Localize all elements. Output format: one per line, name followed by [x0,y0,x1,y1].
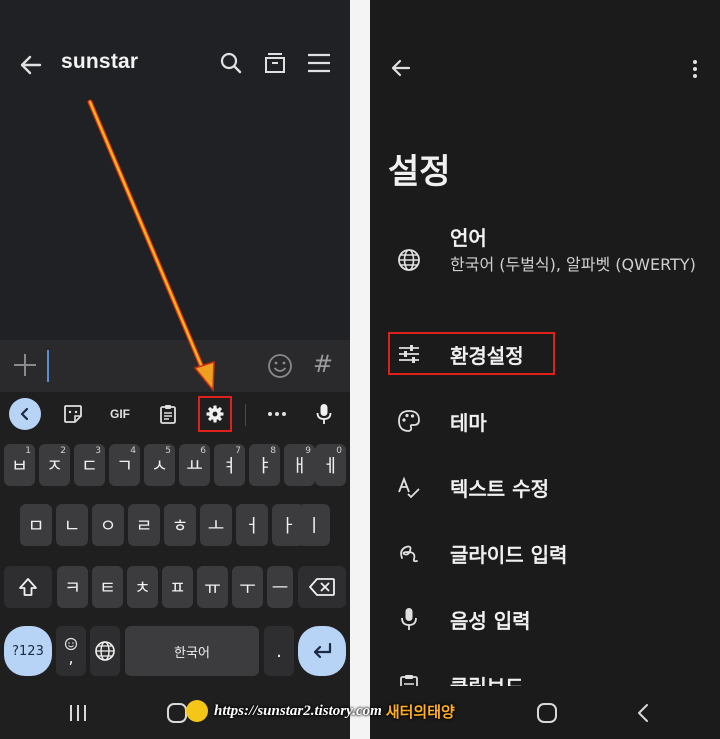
period-key[interactable]: . [264,626,294,676]
backspace-key[interactable] [298,566,346,608]
settings-item-label: 음성 입력 [450,609,531,633]
key[interactable]: ㅌ [92,566,123,608]
home-icon[interactable] [166,702,188,724]
key-hint: 3 [95,446,101,456]
key-hint: 0 [336,446,342,456]
settings-item-glide-typing[interactable]: 글라이드 입력 [370,532,720,574]
key[interactable]: ㅔ0 [315,444,346,486]
shift-key[interactable] [4,566,52,608]
emoji-comma-key[interactable]: , [56,626,86,676]
key[interactable]: ㅕ7 [214,444,245,486]
palette-icon [398,410,420,432]
symbols-key[interactable]: ?123 [4,626,52,676]
backspace-icon [309,578,335,596]
enter-key[interactable] [298,626,346,676]
key[interactable]: ㅡ [267,566,293,608]
settings-item-text-correction[interactable]: 텍스트 수정 [370,466,720,508]
key[interactable]: ㅎ [164,504,196,546]
settings-item-label: 언어 [450,226,487,250]
watermark-url: https://sunstar2.tistory.com [214,702,382,719]
key[interactable]: ㄷ3 [74,444,105,486]
key[interactable]: ㅈ2 [39,444,70,486]
key[interactable]: ㅜ [232,566,263,608]
key[interactable]: ㅅ5 [144,444,175,486]
key[interactable]: ㅛ6 [179,444,210,486]
preferences-highlight-box [388,332,555,375]
key[interactable]: ㅗ [200,504,232,546]
globe-icon [398,249,420,271]
glide-icon [400,545,418,563]
shift-icon [19,578,37,596]
key[interactable]: ㅋ [57,566,88,608]
key-hint: 9 [305,446,311,456]
key-hint: 6 [200,446,206,456]
panel-divider [350,0,370,739]
keyboard-keys: ㅂ1 ㅈ2 ㄷ3 ㄱ4 ㅅ5 ㅛ6 ㅕ7 ㅑ8 ㅐ9 ㅔ0 ㅁ ㄴ ㅇ ㄹ ㅎ … [0,436,350,686]
settings-item-voice-typing[interactable]: 음성 입력 [370,598,720,640]
key-hint: 5 [165,446,171,456]
key[interactable]: ㅣ [298,504,330,546]
key-hint: 2 [60,446,66,456]
space-key[interactable]: 한국어 [125,626,259,676]
smiley-logo-icon [186,700,208,722]
key[interactable]: ㅐ9 [284,444,315,486]
settings-item-theme[interactable]: 테마 [370,400,720,442]
nav-back-icon[interactable] [634,702,654,724]
watermark: https://sunstar2.tistory.com 새터의태양 [186,697,455,725]
key[interactable]: ㄹ [128,504,160,546]
language-key[interactable] [90,626,120,676]
home-icon[interactable] [536,702,558,724]
key[interactable]: ㅊ [127,566,158,608]
settings-item-language[interactable]: 언어 한국어 (두벌식), 알파벳 (QWERTY) [370,220,720,306]
key[interactable]: ㅂ1 [4,444,35,486]
settings-item-label: 테마 [450,411,487,435]
mic-icon [401,608,417,630]
enter-icon [313,642,332,659]
settings-item-label: 글라이드 입력 [450,543,568,567]
keyboard-screen: sunstar # GIF ㅂ 1 ㅈ 2 ㄷ 3 ㄱ 4 ㅅ 5 ㅛ 6 ㅕ … [0,0,350,739]
globe-icon [95,641,115,661]
recent-apps-icon[interactable] [66,702,90,724]
key[interactable]: ㅇ [92,504,124,546]
key-hint: 8 [270,446,276,456]
key-hint: 4 [130,446,136,456]
watermark-brand: 새터의태양 [385,702,455,721]
key[interactable]: ㅠ [197,566,228,608]
keyboard-settings-screen: 설정 언어 한국어 (두벌식), 알파벳 (QWERTY) 환경설정 테마 텍스… [370,0,720,739]
text-correction-icon [398,476,420,499]
key[interactable]: ㅓ [236,504,268,546]
comma-label: , [68,648,74,667]
key[interactable]: ㄴ [56,504,88,546]
page-title: 설정 [388,152,451,192]
key[interactable]: ㄱ4 [109,444,140,486]
key-hint: 1 [25,446,31,456]
key[interactable]: ㅁ [20,504,52,546]
key[interactable]: ㅑ8 [249,444,280,486]
settings-item-subtitle: 한국어 (두벌식), 알파벳 (QWERTY) [450,255,696,274]
more-vertical-icon[interactable] [688,56,702,82]
annotation-arrow [87,99,215,393]
settings-item-label: 텍스트 수정 [450,477,549,501]
back-arrow-icon[interactable] [388,55,414,81]
key[interactable]: ㅍ [162,566,193,608]
key-hint: 7 [235,446,241,456]
